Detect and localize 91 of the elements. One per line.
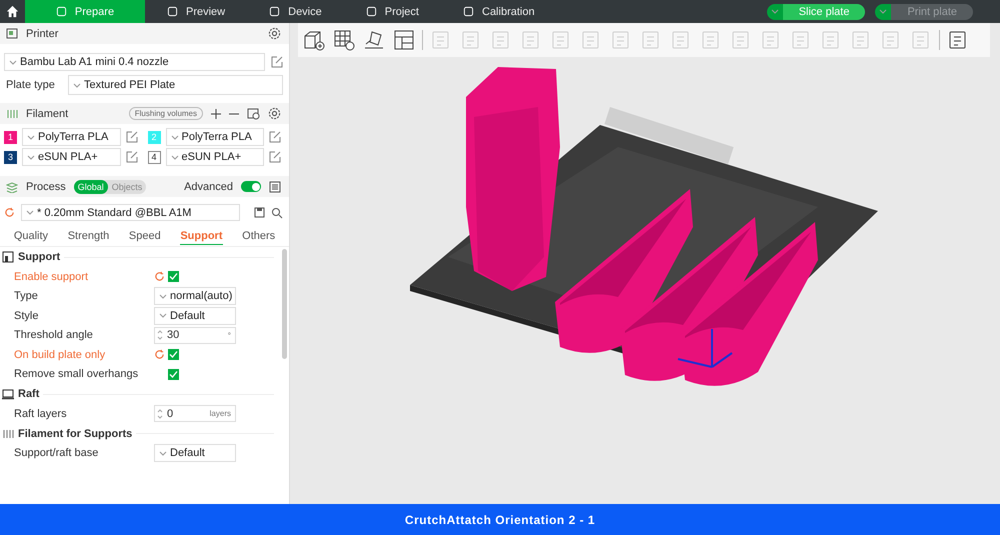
support-icon: [2, 251, 14, 263]
add-icon[interactable]: [211, 108, 221, 118]
dropdown[interactable]: Default: [154, 444, 236, 462]
dropdown-toggle[interactable]: [875, 4, 892, 20]
setting-label: Style: [14, 310, 40, 322]
save-icon[interactable]: [254, 207, 265, 218]
dropdown[interactable]: normal(auto): [154, 287, 236, 306]
process-dropdown[interactable]: * 0.20mm Standard @BBL A1M: [21, 204, 240, 221]
advanced-switch[interactable]: [241, 181, 261, 192]
chevron-icon: [159, 313, 167, 318]
checkbox[interactable]: [168, 271, 179, 282]
filament-dropdown[interactable]: PolyTerra PLA: [22, 128, 120, 146]
nav-tab[interactable]: Device: [247, 0, 344, 23]
nav-tab[interactable]: Project: [344, 0, 441, 23]
group-title: Raft: [18, 388, 40, 400]
setting-label: On build plate only: [14, 348, 106, 361]
setting-label: Remove small overhangs: [14, 368, 140, 380]
tab-icon: [463, 6, 474, 17]
filament-icon: [2, 428, 14, 440]
settings-tab[interactable]: Strength: [68, 228, 110, 244]
section-title: Filament: [26, 108, 70, 120]
filament-dropdown[interactable]: PolyTerra PLA: [166, 128, 264, 146]
chevron-icon: [879, 9, 888, 14]
setting-label: Type: [14, 290, 39, 302]
setting-label: Threshold angle: [14, 329, 94, 342]
arrange-icon[interactable]: [392, 28, 416, 52]
chevron-icon: [27, 134, 35, 140]
filament-swatch[interactable]: 4: [148, 150, 160, 164]
printer-icon: [6, 28, 18, 40]
settings-tab[interactable]: Others: [242, 228, 276, 244]
printer-dropdown[interactable]: Bambu Lab A1 mini 0.4 nozzle: [4, 53, 265, 71]
filament-swatch[interactable]: 1: [4, 130, 17, 144]
edit-icon[interactable]: [126, 151, 138, 163]
group-title: Support: [18, 251, 60, 263]
number-field[interactable]: 0 layers: [154, 405, 236, 422]
chevron-icon: [170, 134, 178, 140]
tab-icon: [167, 6, 178, 17]
dropdown-toggle[interactable]: [766, 4, 783, 20]
chevron-icon: [170, 154, 178, 160]
plate-dropdown[interactable]: Textured PEI Plate: [68, 75, 283, 95]
chevron-icon: [26, 210, 34, 215]
tab-icon: [56, 6, 67, 17]
chevron-icon: [770, 9, 779, 14]
settings-icon[interactable]: [268, 27, 281, 40]
dropdown[interactable]: Default: [154, 306, 236, 325]
tab-icon: [366, 6, 377, 17]
chevron-icon: [73, 82, 81, 88]
field-label: Plate type: [5, 79, 56, 91]
add-grid-icon[interactable]: [332, 28, 356, 52]
settings-icon[interactable]: [268, 107, 281, 120]
setting-label: Raft layers: [14, 408, 68, 420]
settings-tab[interactable]: Quality: [14, 228, 48, 244]
edit-icon[interactable]: [271, 56, 283, 68]
edit-icon[interactable]: [126, 131, 138, 143]
chevron-icon: [159, 450, 167, 456]
scrollbar[interactable]: [282, 249, 287, 359]
sync-icon[interactable]: [247, 108, 260, 120]
checkbox[interactable]: [168, 368, 179, 380]
layers-icon: [6, 180, 18, 192]
filament-swatch[interactable]: 3: [4, 150, 17, 164]
filament-icon: [6, 108, 18, 120]
settings-tab[interactable]: Speed: [128, 228, 161, 244]
nav-tab[interactable]: Calibration: [441, 0, 557, 23]
list-icon[interactable]: [269, 180, 281, 192]
raft-icon: [2, 388, 14, 400]
stepper-icon[interactable]: [157, 408, 163, 420]
edit-icon[interactable]: [269, 131, 281, 143]
setting-label: Enable support: [14, 270, 89, 283]
reset-icon[interactable]: [154, 271, 165, 282]
setting-label: Support/raft base: [14, 447, 100, 460]
group-title: Filament for Supports: [18, 428, 132, 440]
flushing-volumes-button[interactable]: Flushing volumes: [128, 107, 203, 120]
search-icon[interactable]: [271, 206, 283, 218]
advanced-label: Advanced: [184, 180, 233, 192]
chevron-icon: [159, 294, 167, 299]
plate-title: CrutchAttatch Orientation 2 - 1: [404, 512, 596, 526]
nav-tab[interactable]: Preview: [145, 0, 248, 23]
section-title: Process: [26, 180, 66, 192]
filament-dropdown[interactable]: eSUN PLA+: [166, 148, 264, 166]
stepper-icon[interactable]: [157, 329, 163, 342]
filament-dropdown[interactable]: eSUN PLA+: [22, 148, 120, 166]
tab-icon: [269, 6, 280, 17]
home-icon[interactable]: [6, 5, 19, 18]
checkbox[interactable]: [168, 349, 179, 360]
reset-icon[interactable]: [4, 207, 15, 218]
chevron-icon: [9, 60, 17, 64]
reset-icon[interactable]: [154, 349, 165, 360]
chevron-icon: [27, 154, 35, 160]
edit-icon[interactable]: [269, 151, 281, 163]
section-title: Printer: [26, 28, 60, 40]
number-field[interactable]: 30 °: [154, 326, 236, 344]
